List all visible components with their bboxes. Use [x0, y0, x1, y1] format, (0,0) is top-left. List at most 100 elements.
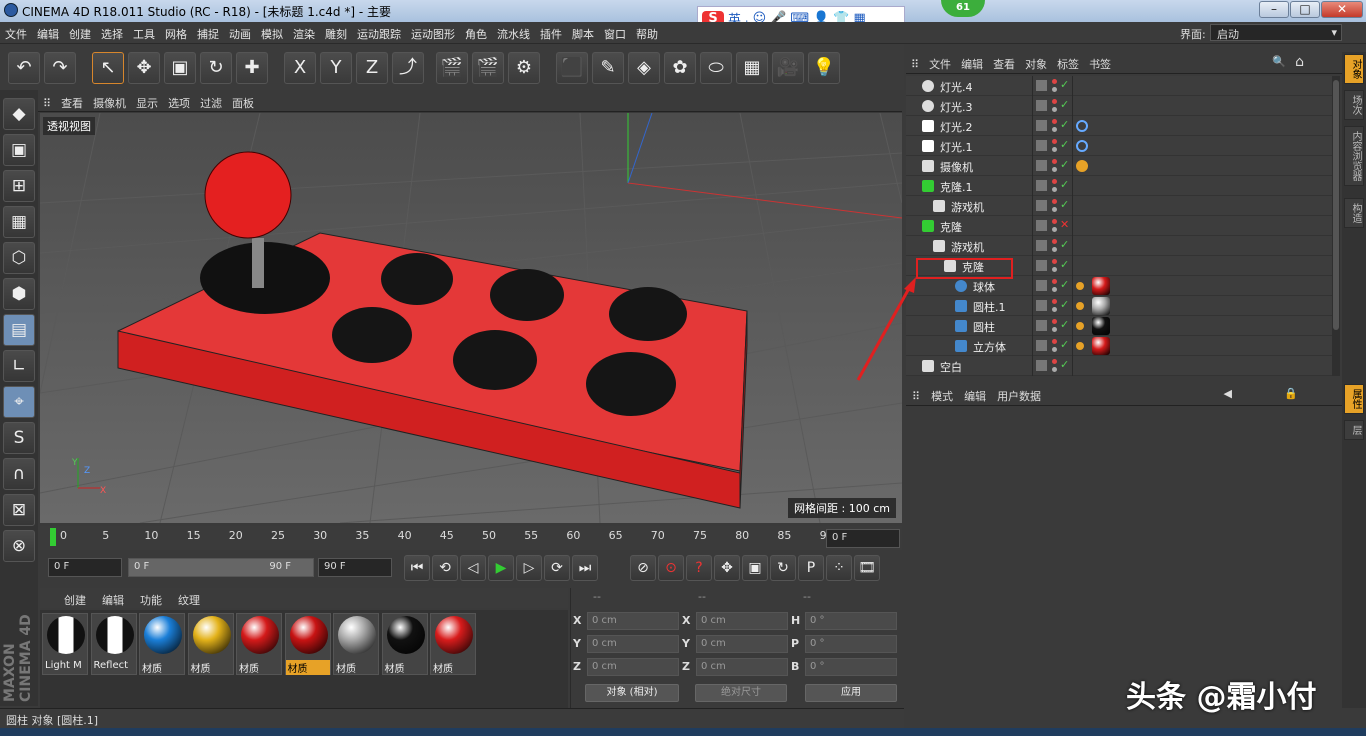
frame-range-slider[interactable]: 0 F 90 F [128, 558, 314, 577]
key-button[interactable]: ▣ [742, 555, 768, 581]
lock-icon[interactable]: 🔒 [1284, 387, 1298, 400]
layer-swatch[interactable] [1036, 340, 1047, 351]
editor-visibility-dot[interactable] [1052, 99, 1057, 104]
playback-button[interactable]: ▶ [488, 555, 514, 581]
left-tool-icon[interactable]: ⬡ [3, 242, 35, 274]
phong-tag-icon[interactable] [1076, 322, 1084, 330]
attribute-menu-item[interactable]: 用户数据 [991, 384, 1046, 404]
back-arrow-icon[interactable]: ◀ [1224, 387, 1232, 400]
side-tab[interactable]: 内容浏览器 [1344, 126, 1364, 186]
layer-swatch[interactable] [1036, 180, 1047, 191]
key-button[interactable]: ? [686, 555, 712, 581]
floor-icon[interactable]: ▦ [736, 52, 768, 84]
object-row[interactable]: 克隆.1 ✓ [906, 176, 1332, 196]
playback-button[interactable]: ◁ [460, 555, 486, 581]
key-button[interactable]: P [798, 555, 824, 581]
render-settings-icon[interactable]: ⚙ [508, 52, 540, 84]
material-tag-icon[interactable] [1092, 277, 1110, 295]
editor-visibility-dot[interactable] [1052, 359, 1057, 364]
left-tool-icon[interactable]: ⊗ [3, 530, 35, 562]
object-row[interactable]: 灯光.2 ✓ [906, 116, 1332, 136]
render-visibility-dot[interactable] [1052, 287, 1057, 292]
left-tool-icon[interactable]: ⬢ [3, 278, 35, 310]
render-visibility-dot[interactable] [1052, 367, 1057, 372]
transform-icon[interactable]: ✚ [236, 52, 268, 84]
render-visibility-dot[interactable] [1052, 207, 1057, 212]
scroll-thumb[interactable] [1333, 80, 1339, 330]
coord-field[interactable]: 0 ° [805, 612, 897, 630]
cube-icon[interactable]: ⬛ [556, 52, 588, 84]
editor-visibility-dot[interactable] [1052, 259, 1057, 264]
scale-icon[interactable]: ▣ [164, 52, 196, 84]
left-tool-icon[interactable]: ▦ [3, 206, 35, 238]
playback-button[interactable]: ▷ [516, 555, 542, 581]
material-swatch[interactable]: Light M [42, 613, 88, 675]
coord-field[interactable]: 0 cm [587, 612, 679, 630]
enabled-check-icon[interactable]: ✓ [1060, 78, 1069, 91]
side-tab[interactable]: 属性 [1344, 384, 1364, 414]
coord-mode-select[interactable]: 对象 (相对) [585, 684, 679, 702]
object-row[interactable]: 摄像机 ✓ [906, 156, 1332, 176]
enabled-check-icon[interactable]: ✓ [1060, 258, 1069, 271]
left-tool-icon[interactable]: ◆ [3, 98, 35, 130]
render-visibility-dot[interactable] [1052, 127, 1057, 132]
menu-item[interactable]: 运动图形 [406, 22, 460, 42]
left-tool-icon[interactable]: ∟ [3, 350, 35, 382]
object-row[interactable]: 球体 ✓ [906, 276, 1332, 296]
render-visibility-dot[interactable] [1052, 147, 1057, 152]
enabled-check-icon[interactable]: ✓ [1060, 338, 1069, 351]
material-swatch[interactable]: 材质 [333, 613, 379, 675]
menu-item[interactable]: 插件 [535, 22, 567, 42]
material-swatch[interactable]: 材质 [381, 613, 428, 675]
viewport-menu-item[interactable]: 查看 [56, 90, 88, 111]
menu-item[interactable]: 选择 [96, 22, 128, 42]
key-button[interactable]: ↻ [770, 555, 796, 581]
deformer-icon[interactable]: ⬭ [700, 52, 732, 84]
menu-item[interactable]: 文件 [0, 22, 32, 42]
render-visibility-dot[interactable] [1052, 247, 1057, 252]
mograph-icon[interactable]: ✿ [664, 52, 696, 84]
render-visibility-dot[interactable] [1052, 87, 1057, 92]
layer-swatch[interactable] [1036, 80, 1047, 91]
enabled-check-icon[interactable]: ✓ [1060, 278, 1069, 291]
x-axis-icon[interactable]: X [284, 52, 316, 84]
editor-visibility-dot[interactable] [1052, 119, 1057, 124]
enabled-check-icon[interactable]: ✓ [1060, 138, 1069, 151]
light-icon[interactable]: 💡 [808, 52, 840, 84]
enabled-check-icon[interactable]: ✓ [1060, 98, 1069, 111]
object-row[interactable]: 游戏机 ✓ [906, 236, 1332, 256]
current-frame-field[interactable]: 0 F [48, 558, 122, 577]
render-visibility-dot[interactable] [1052, 107, 1057, 112]
object-row[interactable]: 游戏机 ✓ [906, 196, 1332, 216]
side-tab[interactable]: 构造 [1344, 198, 1364, 228]
render-visibility-dot[interactable] [1052, 167, 1057, 172]
timeline-ruler[interactable]: 051015202530354045505560657075808590 0 F [40, 526, 902, 550]
enabled-check-icon[interactable]: ✓ [1060, 318, 1069, 331]
playback-button[interactable]: ⟳ [544, 555, 570, 581]
left-tool-icon[interactable]: ▣ [3, 134, 35, 166]
playhead[interactable] [50, 528, 56, 546]
home-icon[interactable]: ⌂ [1295, 54, 1304, 70]
menu-item[interactable]: 创建 [64, 22, 96, 42]
search-icon[interactable]: 🔍 [1272, 55, 1286, 68]
coord-field[interactable]: 0 cm [587, 658, 679, 676]
material-swatch[interactable]: 材质 [139, 613, 185, 675]
object-menu-item[interactable]: 书签 [1084, 52, 1116, 72]
key-button[interactable]: 🎞 [854, 555, 880, 581]
render-view-icon[interactable]: 🎬 [436, 52, 468, 84]
coord-field[interactable]: 0 cm [696, 612, 788, 630]
menu-item[interactable]: 动画 [224, 22, 256, 42]
render-visibility-dot[interactable] [1052, 267, 1057, 272]
menu-item[interactable]: 编辑 [32, 22, 64, 42]
redo-icon[interactable]: ↷ [44, 52, 76, 84]
protect-tag-icon[interactable] [1076, 160, 1088, 172]
render-visibility-dot[interactable] [1052, 227, 1057, 232]
material-swatch[interactable]: 材质 [187, 613, 234, 675]
world-icon[interactable]: ⤴ [392, 52, 424, 84]
object-row[interactable]: 圆柱 ✓ [906, 316, 1332, 336]
material-menu-item[interactable]: 创建 [40, 588, 94, 608]
object-row[interactable]: 圆柱.1 ✓ [906, 296, 1332, 316]
editor-visibility-dot[interactable] [1052, 219, 1057, 224]
menu-item[interactable]: 工具 [128, 22, 160, 42]
render-visibility-dot[interactable] [1052, 187, 1057, 192]
